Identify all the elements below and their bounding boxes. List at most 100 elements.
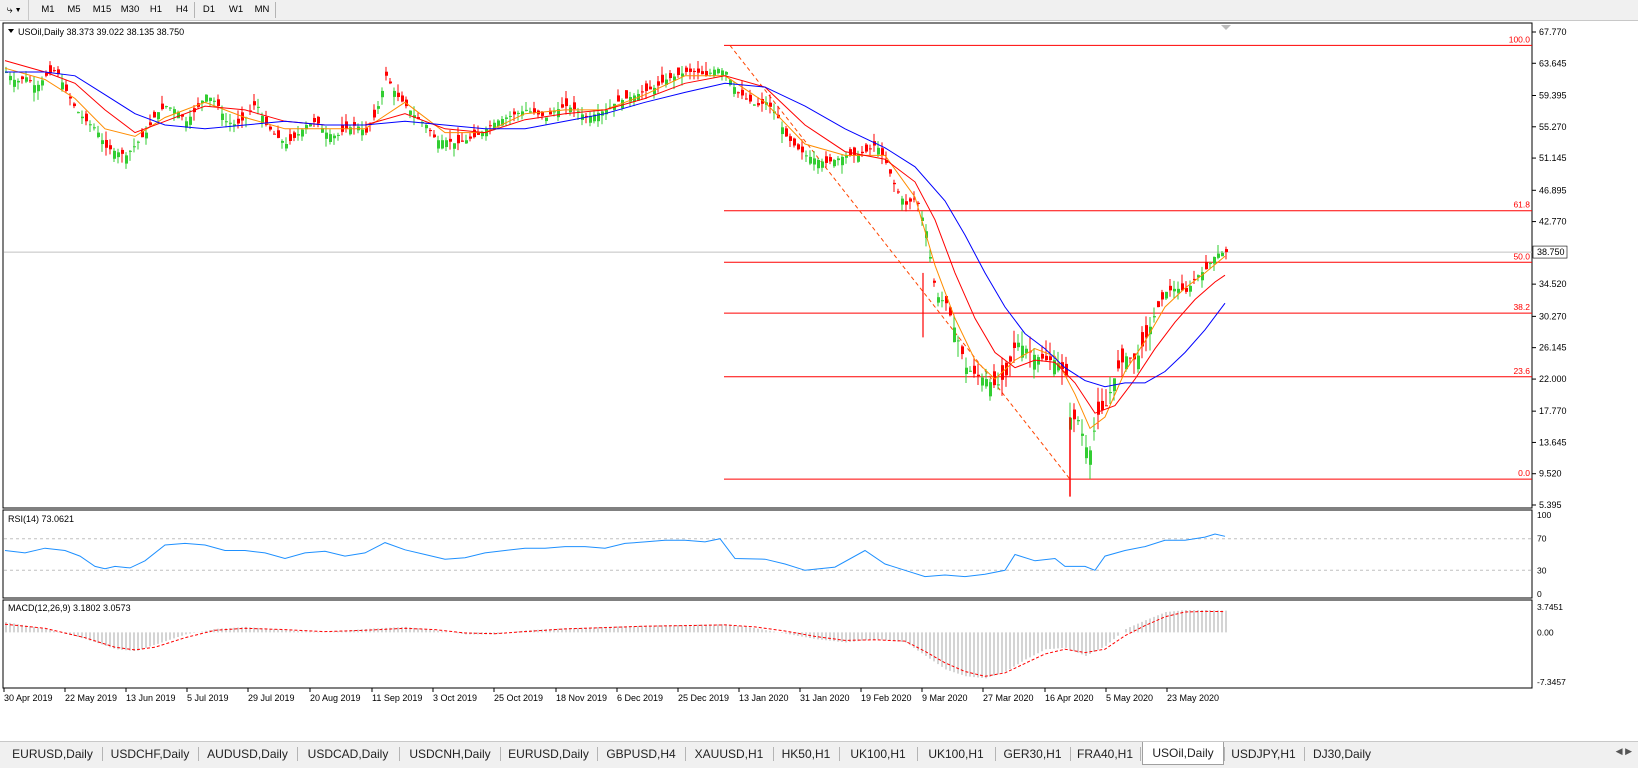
candle	[649, 86, 652, 90]
candle	[77, 112, 80, 114]
tab-audusd-daily[interactable]: AUDUSD,Daily	[200, 745, 295, 763]
x-tick-label: 25 Oct 2019	[494, 693, 543, 703]
tab-usdjpy-h1[interactable]: USDJPY,H1	[1225, 745, 1302, 763]
timeframe-h1[interactable]: H1	[146, 2, 166, 18]
candle	[1013, 342, 1016, 348]
y-tick-label: 17.770	[1539, 406, 1567, 416]
timeframe-m1[interactable]: M1	[36, 2, 60, 18]
chevron-left-icon[interactable]: ◀	[1616, 746, 1623, 756]
tab-usdcnh-daily[interactable]: USDCNH,Daily	[402, 745, 498, 763]
tab-ger30-h1[interactable]: GER30,H1	[997, 745, 1068, 763]
timeframe-w1[interactable]: W1	[225, 2, 247, 18]
timeframe-h4[interactable]: H4	[172, 2, 192, 18]
candle	[617, 95, 620, 102]
timeframe-m15[interactable]: M15	[89, 2, 115, 18]
tab-eurusd-daily[interactable]: EURUSD,Daily	[5, 745, 100, 763]
tab-uk100-h1[interactable]: UK100,H1	[841, 745, 915, 763]
candle	[717, 68, 720, 74]
timeframe-d1[interactable]: D1	[199, 2, 219, 18]
tab-scroll-arrows[interactable]: ◀ ▶	[1616, 746, 1632, 757]
candle	[977, 374, 980, 377]
candle	[1145, 325, 1148, 338]
candle	[61, 82, 64, 90]
timeframe-m30[interactable]: M30	[117, 2, 143, 18]
tab-xauusd-h1[interactable]: XAUUSD,H1	[687, 745, 771, 763]
candle	[817, 159, 820, 169]
candle	[1105, 405, 1108, 407]
candle	[313, 117, 316, 123]
y-tick-label: 5.395	[1539, 500, 1562, 510]
candle	[565, 98, 568, 107]
chevron-right-icon[interactable]: ▶	[1625, 746, 1632, 756]
chart-title: USOil,Daily 38.373 39.022 38.135 38.750	[18, 27, 184, 37]
candle	[157, 112, 160, 120]
tab-separator	[1140, 747, 1141, 761]
candle	[597, 112, 600, 122]
candle	[361, 129, 364, 136]
tab-gbpusd-h4[interactable]: GBPUSD,H4	[599, 745, 683, 763]
candle	[981, 377, 984, 386]
tab-eurusd-daily[interactable]: EURUSD,Daily	[502, 745, 595, 763]
candle	[1221, 252, 1224, 257]
candle	[513, 111, 516, 115]
candle	[741, 89, 744, 96]
rsi-title: RSI(14) 73.0621	[8, 514, 74, 524]
candle	[137, 141, 140, 143]
tab-fra40-h1[interactable]: FRA40,H1	[1072, 745, 1138, 763]
candle	[697, 68, 700, 73]
candle	[29, 80, 32, 82]
candle	[1017, 342, 1020, 348]
x-tick-label: 13 Jan 2020	[739, 693, 789, 703]
current-price-label: 38.750	[1537, 247, 1565, 257]
candle	[1225, 249, 1228, 253]
candle	[13, 79, 16, 87]
candle	[1085, 447, 1088, 459]
candle	[809, 156, 812, 164]
tab-uk100-h1[interactable]: UK100,H1	[919, 745, 993, 763]
fib-level-label: 50.0	[1513, 251, 1530, 261]
timeframe-mn[interactable]: MN	[251, 2, 273, 18]
tab-hk50-h1[interactable]: HK50,H1	[775, 745, 837, 763]
candle	[1161, 292, 1164, 300]
tab-separator	[102, 747, 103, 761]
candle	[217, 99, 220, 107]
candle	[801, 146, 804, 153]
tab-usdchf-daily[interactable]: USDCHF,Daily	[104, 745, 196, 763]
candle	[337, 134, 340, 136]
candle	[101, 140, 104, 145]
candle	[965, 367, 968, 375]
candle	[429, 129, 432, 132]
candle	[229, 122, 232, 124]
candle	[281, 140, 284, 143]
x-tick-label: 31 Jan 2020	[800, 693, 850, 703]
candle	[133, 146, 136, 148]
candle	[397, 92, 400, 97]
candle	[1137, 355, 1140, 370]
candle	[333, 135, 336, 139]
candle	[561, 104, 564, 108]
candle	[437, 140, 440, 149]
rsi-panel	[2, 509, 1533, 599]
candle	[277, 130, 280, 138]
candle	[113, 150, 116, 159]
candle	[425, 125, 428, 129]
x-tick-label: 22 May 2019	[65, 693, 117, 703]
tab-usdcad-daily[interactable]: USDCAD,Daily	[299, 745, 397, 763]
timeframe-m5[interactable]: M5	[62, 2, 86, 18]
x-tick-label: 20 Aug 2019	[310, 693, 361, 703]
candle	[825, 156, 828, 163]
candle	[25, 77, 28, 82]
candle	[117, 152, 120, 158]
candle	[1217, 253, 1220, 258]
candle	[457, 134, 460, 144]
x-tick-label: 23 May 2020	[1167, 693, 1219, 703]
tab-dj30-daily[interactable]: DJ30,Daily	[1306, 745, 1378, 763]
candle	[525, 109, 528, 111]
candle	[1169, 285, 1172, 291]
tab-usoil-daily[interactable]: USOil,Daily	[1142, 742, 1224, 765]
candle	[33, 85, 36, 93]
tab-separator	[198, 747, 199, 761]
candle	[737, 92, 740, 94]
candle	[489, 125, 492, 127]
tools-dropdown[interactable]: ⤷ ▼	[0, 0, 29, 20]
